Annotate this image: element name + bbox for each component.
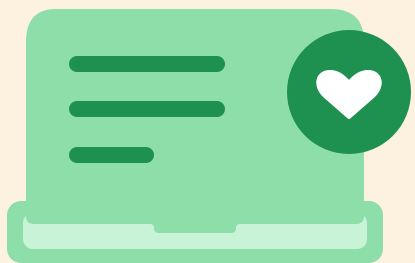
laptop-heart-graphic [0,0,415,263]
heart-badge [287,30,411,154]
laptop-illustration [0,0,415,263]
screen-text-line-2 [69,101,225,117]
screen-text-line-3 [69,147,154,163]
screen-text-line-1 [69,56,225,72]
